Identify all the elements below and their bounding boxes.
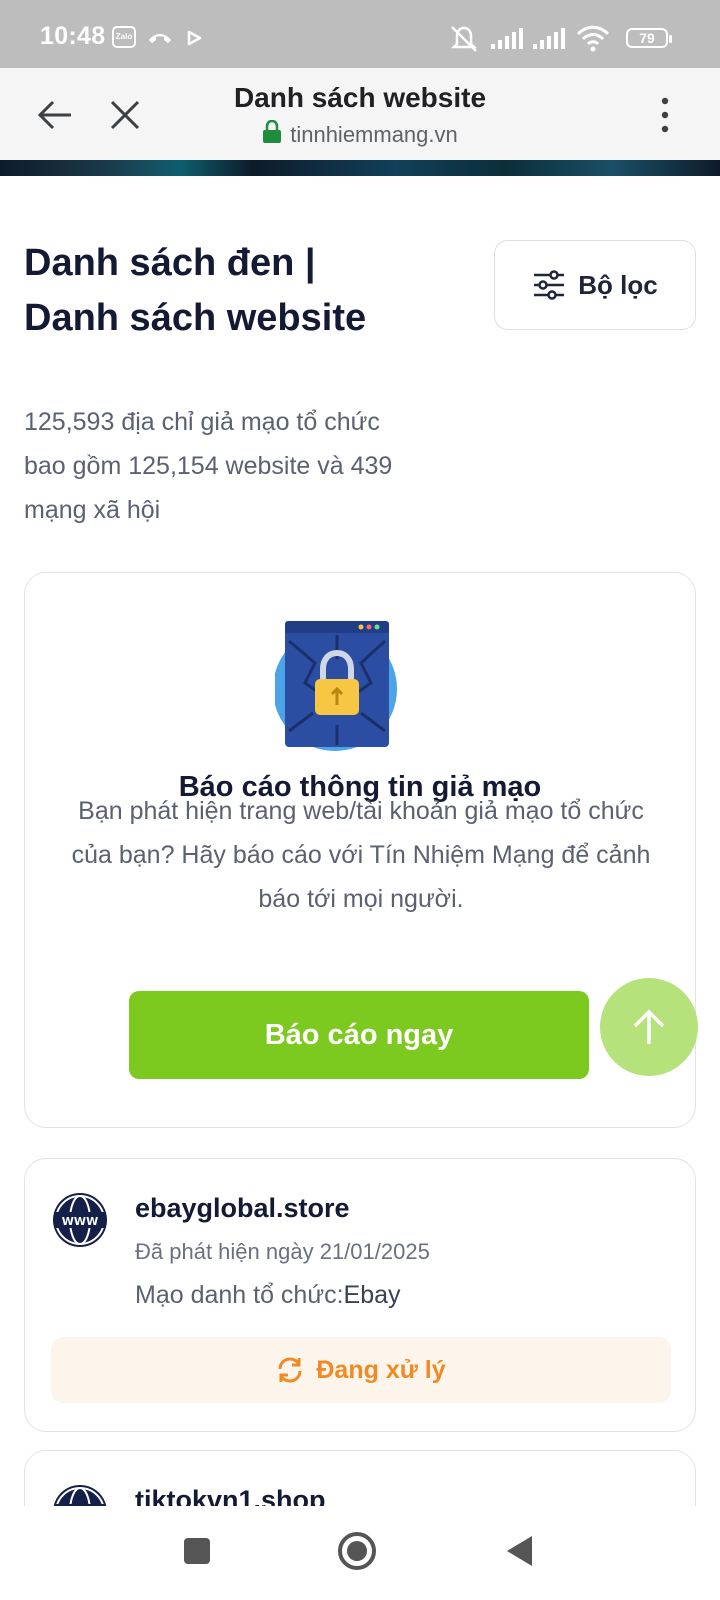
svg-text:WWW: WWW — [62, 1215, 98, 1228]
lock-icon — [263, 120, 282, 143]
locked-browser-icon — [275, 621, 397, 751]
status-bar: 10:48 Zalo 79 — [0, 0, 720, 68]
sliders-icon — [534, 270, 565, 300]
filter-button[interactable]: Bộ lọc — [494, 240, 696, 330]
site-impersonated-org: Mạo danh tổ chức:Ebay — [135, 1281, 401, 1310]
back-triangle-icon[interactable] — [504, 1534, 534, 1568]
browser-url[interactable]: tinnhiemmang.vn — [0, 120, 720, 148]
more-vertical-icon — [661, 97, 669, 133]
report-now-button[interactable]: Báo cáo ngay — [129, 991, 589, 1079]
status-text: Đang xử lý — [316, 1355, 446, 1384]
site-domain[interactable]: ebayglobal.store — [135, 1193, 350, 1224]
status-badge: Đang xử lý — [51, 1337, 671, 1403]
recents-square-icon[interactable] — [182, 1536, 212, 1566]
browser-toolbar: Danh sách website tinnhiemmang.vn — [0, 68, 720, 160]
page-title: Danh sách đen | Danh sách website — [24, 242, 367, 339]
hero-banner-strip — [0, 160, 720, 176]
org-label: Mạo danh tổ chức: — [135, 1281, 344, 1309]
report-card: Báo cáo thông tin giả mạo Bạn phát hiện … — [24, 572, 696, 1128]
wifi-icon — [576, 25, 610, 52]
refresh-icon — [278, 1357, 302, 1383]
filter-label: Bộ lọc — [578, 269, 658, 300]
scroll-to-top-button[interactable] — [600, 978, 698, 1076]
org-value: Ebay — [343, 1281, 401, 1309]
status-time: 10:48 — [40, 22, 106, 50]
battery-icon: 79 — [626, 28, 672, 48]
zalo-icon: Zalo — [112, 26, 136, 48]
browser-page-title: Danh sách website — [233, 82, 487, 113]
missed-call-icon — [149, 34, 171, 43]
more-menu-button[interactable] — [642, 92, 688, 138]
report-description: Bạn phát hiện trang web/tài khoản giả mạ… — [71, 797, 651, 913]
list-item[interactable]: WWW ebayglobal.store Đã phát hiện ngày 2… — [24, 1158, 696, 1432]
signal-icon — [533, 28, 565, 49]
play-icon — [187, 30, 202, 46]
site-detected-date: Đã phát hiện ngày 21/01/2025 — [135, 1239, 430, 1264]
page-subtitle: 125,593 địa chỉ giả mạo tổ chức bao gồm … — [24, 408, 393, 524]
arrow-up-icon — [633, 1009, 665, 1044]
mute-icon — [450, 26, 478, 52]
system-navigation-bar — [0, 1506, 720, 1600]
home-circle-icon[interactable] — [336, 1530, 378, 1572]
www-globe-icon: WWW — [53, 1193, 107, 1247]
url-text: tinnhiemmang.vn — [290, 122, 458, 147]
signal-icon — [491, 28, 523, 49]
